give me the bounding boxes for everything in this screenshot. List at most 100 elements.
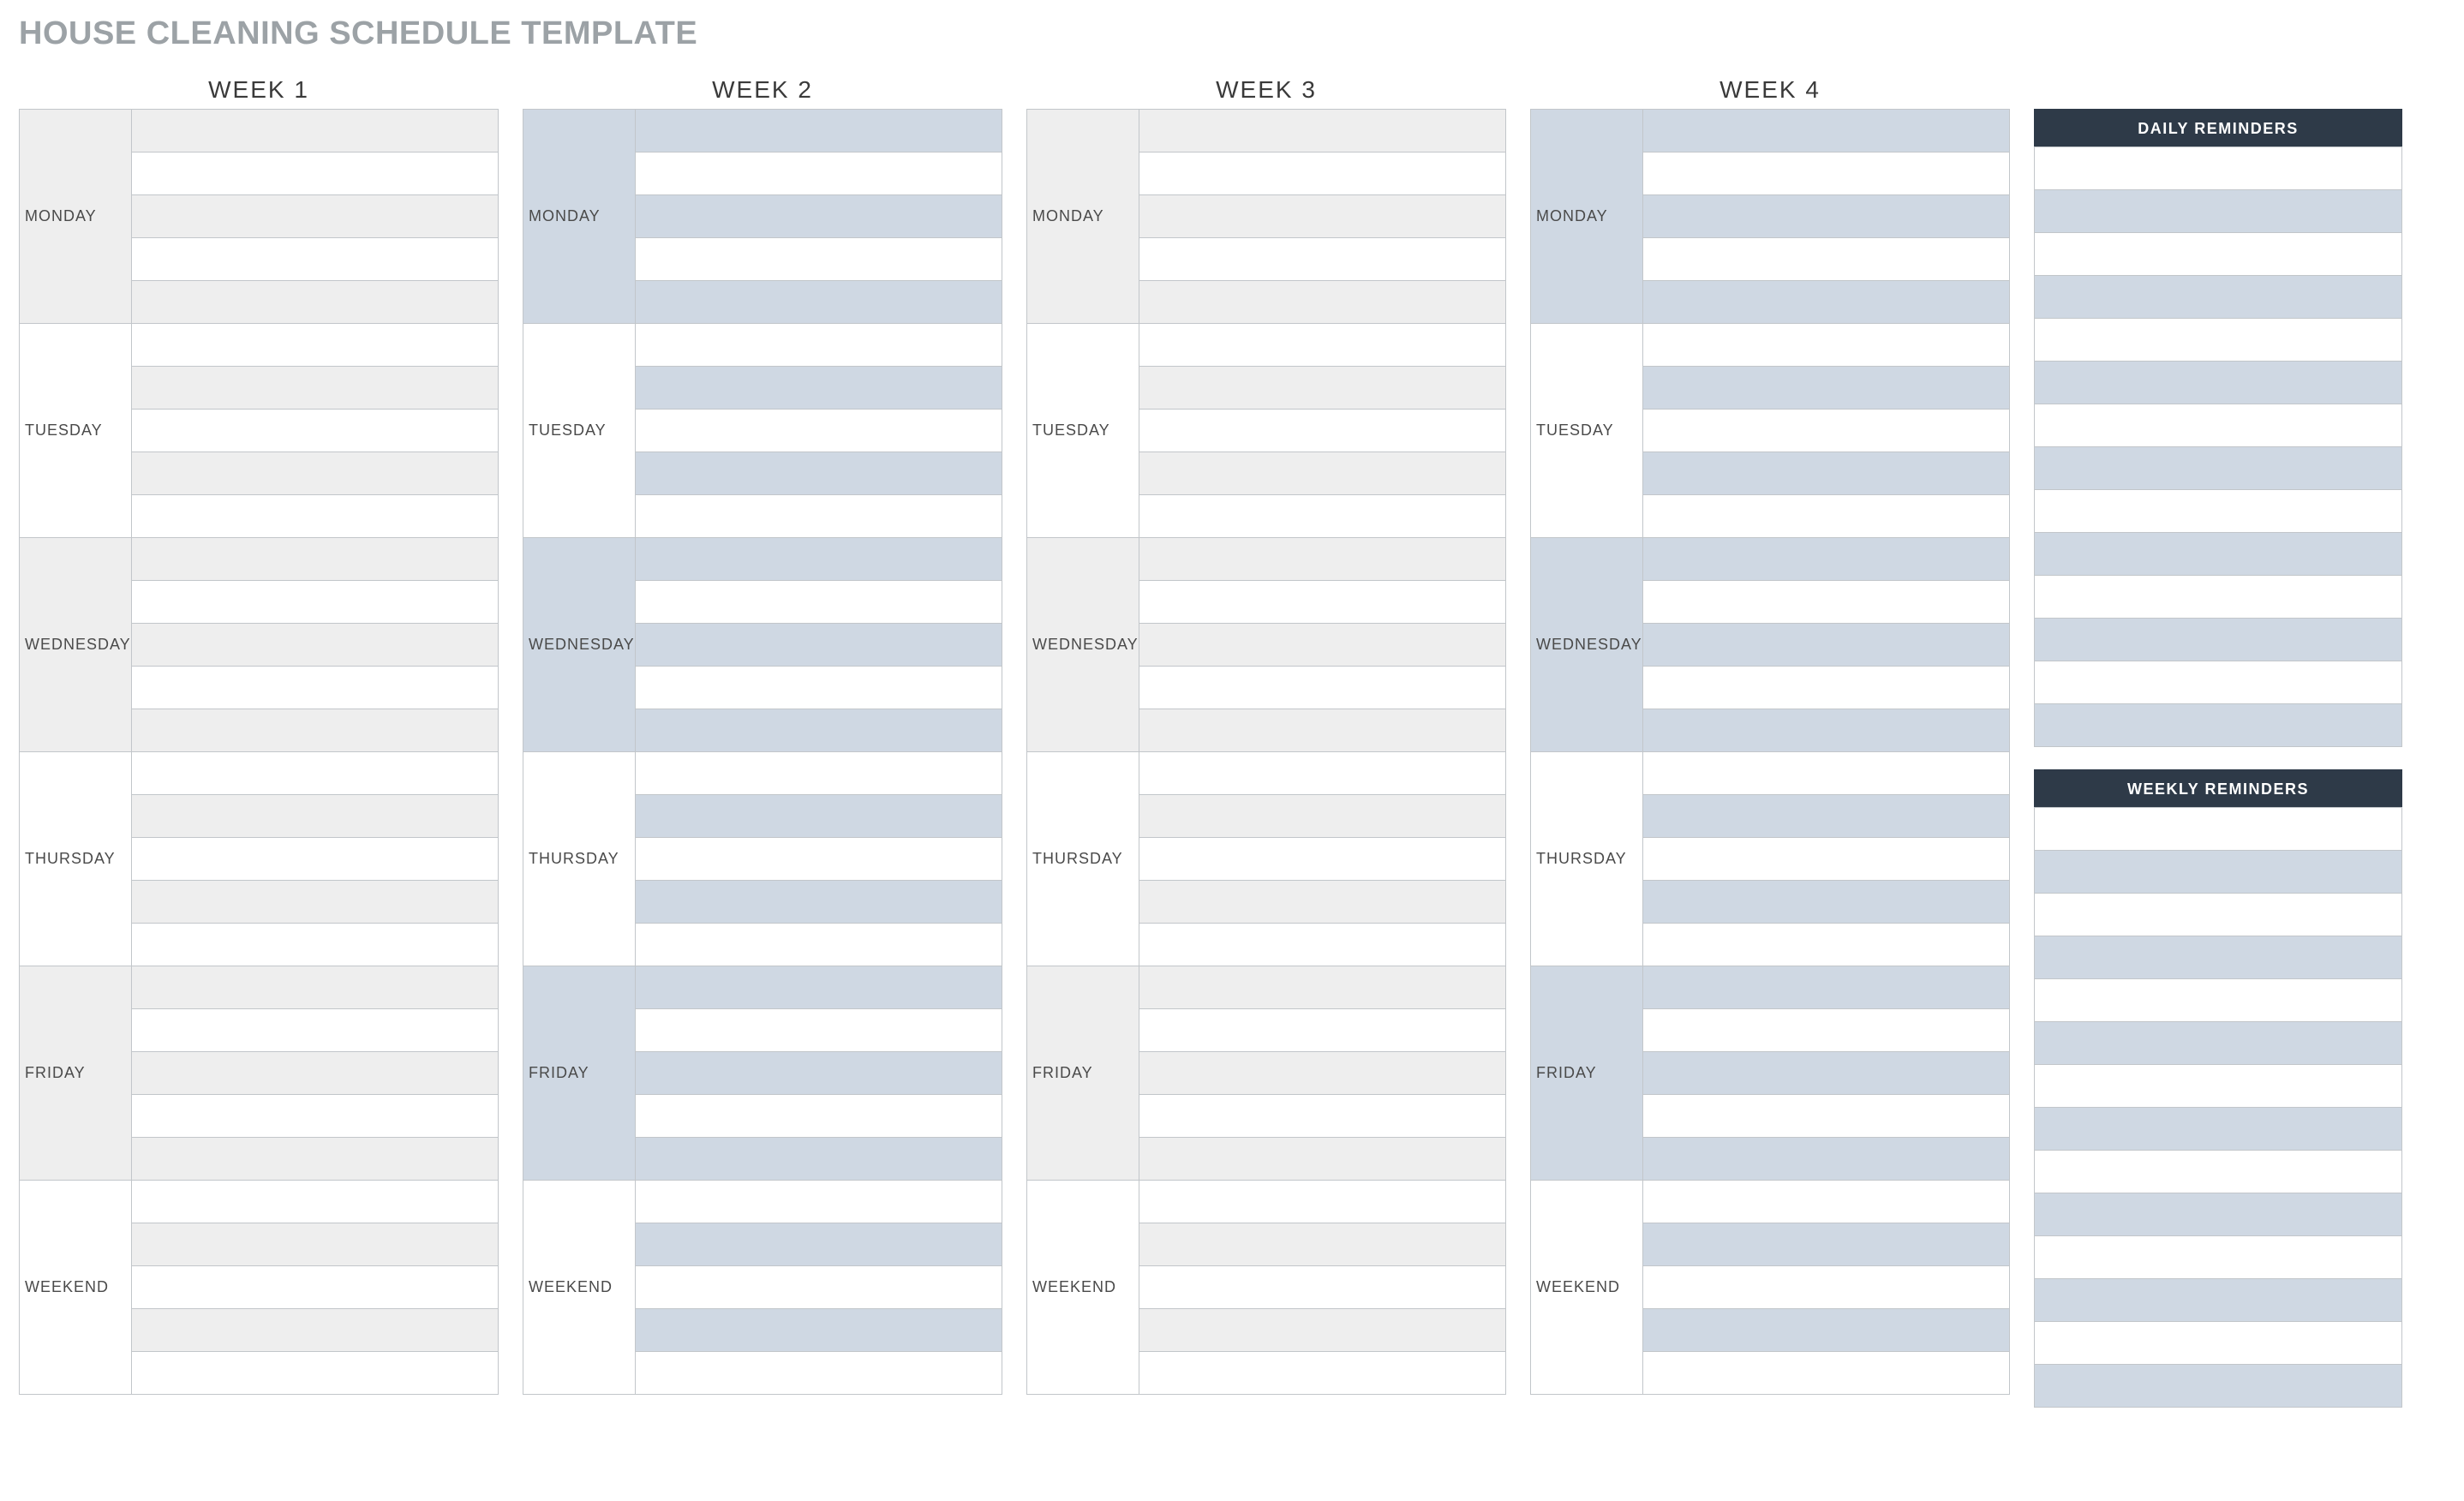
task-cell[interactable] [1642,924,2009,966]
task-cell[interactable] [131,110,498,152]
task-cell[interactable] [131,881,498,924]
reminder-cell[interactable] [2035,1193,2402,1236]
task-cell[interactable] [1139,152,1505,195]
task-cell[interactable] [635,195,1002,238]
task-cell[interactable] [131,581,498,624]
task-cell[interactable] [1139,195,1505,238]
task-cell[interactable] [635,1095,1002,1138]
task-cell[interactable] [1642,367,2009,410]
task-cell[interactable] [1139,667,1505,709]
task-cell[interactable] [1642,966,2009,1009]
task-cell[interactable] [635,752,1002,795]
task-cell[interactable] [635,495,1002,538]
task-cell[interactable] [1139,1266,1505,1309]
reminder-cell[interactable] [2035,1108,2402,1151]
task-cell[interactable] [131,152,498,195]
task-cell[interactable] [131,1352,498,1395]
task-cell[interactable] [1642,709,2009,752]
reminder-cell[interactable] [2035,979,2402,1022]
task-cell[interactable] [635,709,1002,752]
task-cell[interactable] [131,495,498,538]
task-cell[interactable] [1139,966,1505,1009]
task-cell[interactable] [635,1052,1002,1095]
task-cell[interactable] [131,324,498,367]
task-cell[interactable] [131,195,498,238]
task-cell[interactable] [635,1309,1002,1352]
reminder-cell[interactable] [2035,1065,2402,1108]
task-cell[interactable] [1139,1138,1505,1181]
task-cell[interactable] [635,795,1002,838]
task-cell[interactable] [1139,1223,1505,1266]
task-cell[interactable] [131,1181,498,1223]
task-cell[interactable] [131,281,498,324]
task-cell[interactable] [1139,1095,1505,1138]
reminder-cell[interactable] [2035,1279,2402,1322]
task-cell[interactable] [1642,795,2009,838]
task-cell[interactable] [1642,1352,2009,1395]
task-cell[interactable] [1139,1052,1505,1095]
task-cell[interactable] [1139,495,1505,538]
task-cell[interactable] [1642,281,2009,324]
task-cell[interactable] [635,1009,1002,1052]
task-cell[interactable] [1642,581,2009,624]
task-cell[interactable] [1139,452,1505,495]
reminder-cell[interactable] [2035,704,2402,747]
task-cell[interactable] [635,924,1002,966]
reminder-cell[interactable] [2035,576,2402,619]
task-cell[interactable] [635,238,1002,281]
task-cell[interactable] [1642,495,2009,538]
task-cell[interactable] [635,838,1002,881]
task-cell[interactable] [1139,581,1505,624]
task-cell[interactable] [131,924,498,966]
task-cell[interactable] [131,667,498,709]
task-cell[interactable] [635,452,1002,495]
task-cell[interactable] [131,410,498,452]
reminder-cell[interactable] [2035,362,2402,404]
task-cell[interactable] [635,281,1002,324]
task-cell[interactable] [1139,110,1505,152]
reminder-cell[interactable] [2035,808,2402,851]
task-cell[interactable] [635,1223,1002,1266]
task-cell[interactable] [635,110,1002,152]
task-cell[interactable] [131,709,498,752]
task-cell[interactable] [1139,238,1505,281]
task-cell[interactable] [1139,281,1505,324]
task-cell[interactable] [131,624,498,667]
task-cell[interactable] [131,1309,498,1352]
task-cell[interactable] [635,1352,1002,1395]
task-cell[interactable] [1642,410,2009,452]
task-cell[interactable] [635,624,1002,667]
task-cell[interactable] [131,1009,498,1052]
task-cell[interactable] [1642,110,2009,152]
task-cell[interactable] [635,410,1002,452]
task-cell[interactable] [635,538,1002,581]
task-cell[interactable] [1642,752,2009,795]
reminder-cell[interactable] [2035,319,2402,362]
task-cell[interactable] [1642,538,2009,581]
reminder-cell[interactable] [2035,147,2402,190]
task-cell[interactable] [131,538,498,581]
task-cell[interactable] [1642,195,2009,238]
reminder-cell[interactable] [2035,533,2402,576]
task-cell[interactable] [635,966,1002,1009]
task-cell[interactable] [131,1138,498,1181]
task-cell[interactable] [1642,838,2009,881]
reminder-cell[interactable] [2035,936,2402,979]
task-cell[interactable] [635,1138,1002,1181]
reminder-cell[interactable] [2035,276,2402,319]
task-cell[interactable] [1642,152,2009,195]
task-cell[interactable] [131,452,498,495]
reminder-cell[interactable] [2035,1365,2402,1408]
task-cell[interactable] [131,795,498,838]
task-cell[interactable] [635,1181,1002,1223]
task-cell[interactable] [1139,709,1505,752]
task-cell[interactable] [1139,324,1505,367]
task-cell[interactable] [1139,1181,1505,1223]
task-cell[interactable] [131,367,498,410]
task-cell[interactable] [131,838,498,881]
task-cell[interactable] [131,1223,498,1266]
task-cell[interactable] [1642,1266,2009,1309]
task-cell[interactable] [131,1095,498,1138]
task-cell[interactable] [1642,1181,2009,1223]
task-cell[interactable] [131,1266,498,1309]
